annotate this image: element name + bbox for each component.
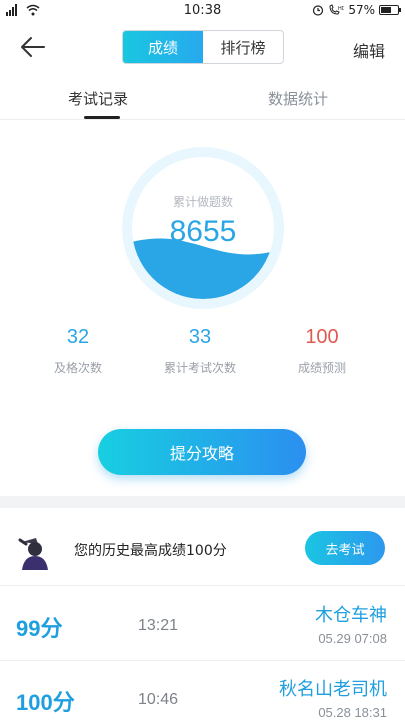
back-button[interactable] <box>18 34 48 60</box>
go-exam-button[interactable]: 去考试 <box>305 531 385 565</box>
stat-pass-count: 32 及格次数 <box>18 326 138 376</box>
header: 成绩 排行榜 编辑 <box>0 22 405 74</box>
stat-value: 100 <box>305 326 339 348</box>
score-tips-button[interactable]: 提分攻略 <box>98 429 306 475</box>
gauge-value: 8655 <box>169 215 237 248</box>
question-count-gauge: 累计做题数 8655 <box>122 147 284 309</box>
stat-exam-count: 33 累计考试次数 <box>140 326 260 376</box>
record-score: 99分 <box>16 616 63 641</box>
stat-score-prediction: 100 成绩预测 <box>262 326 382 376</box>
segment-scores[interactable]: 成绩 <box>123 31 203 63</box>
exam-record-row[interactable]: 100分 10:46 秋名山老司机 05.28 18:31 <box>0 661 405 720</box>
record-date: 05.28 18:31 <box>318 705 387 720</box>
back-arrow-icon <box>21 37 45 57</box>
svg-text:HD: HD <box>338 6 344 12</box>
battery-icon <box>379 5 401 15</box>
gauge-inner: 累计做题数 8655 <box>132 157 274 299</box>
edit-button[interactable]: 编辑 <box>353 38 385 62</box>
stat-value: 32 <box>66 326 90 348</box>
stat-label: 成绩预测 <box>297 361 346 375</box>
record-title: 秋名山老司机 <box>279 679 387 700</box>
record-title: 木仓车神 <box>315 605 387 626</box>
gauge-label: 累计做题数 <box>172 195 233 209</box>
section-divider <box>0 496 405 508</box>
record-duration: 10:46 <box>138 691 179 708</box>
status-right: HD 57% <box>312 3 401 17</box>
stat-value: 33 <box>188 326 212 348</box>
best-score-row: 您的历史最高成绩100分 去考试 <box>0 508 405 586</box>
stat-label: 累计考试次数 <box>163 361 236 375</box>
record-score: 100分 <box>16 690 75 715</box>
exam-record-row[interactable]: 99分 13:21 木仓车神 05.29 07:08 <box>0 587 405 661</box>
tab-underline <box>84 116 120 119</box>
record-duration: 13:21 <box>138 617 179 634</box>
status-bar: 10:38 HD 57% <box>0 0 405 22</box>
segmented-control: 成绩 排行榜 <box>122 30 284 64</box>
battery-percent: 57% <box>348 3 375 17</box>
hd-call-icon: HD <box>329 4 344 15</box>
avatar-icon <box>18 538 48 570</box>
best-score-text: 您的历史最高成绩100分 <box>74 543 227 559</box>
tab-bar: 考试记录 数据统计 <box>0 74 405 120</box>
segment-leaderboard[interactable]: 排行榜 <box>203 31 283 63</box>
tab-exam-records[interactable]: 考试记录 <box>68 88 128 109</box>
battery-fill <box>381 7 392 13</box>
stat-label: 及格次数 <box>53 361 102 375</box>
alarm-icon <box>313 5 324 16</box>
record-date: 05.29 07:08 <box>318 631 387 646</box>
tab-data-stats[interactable]: 数据统计 <box>268 88 328 109</box>
